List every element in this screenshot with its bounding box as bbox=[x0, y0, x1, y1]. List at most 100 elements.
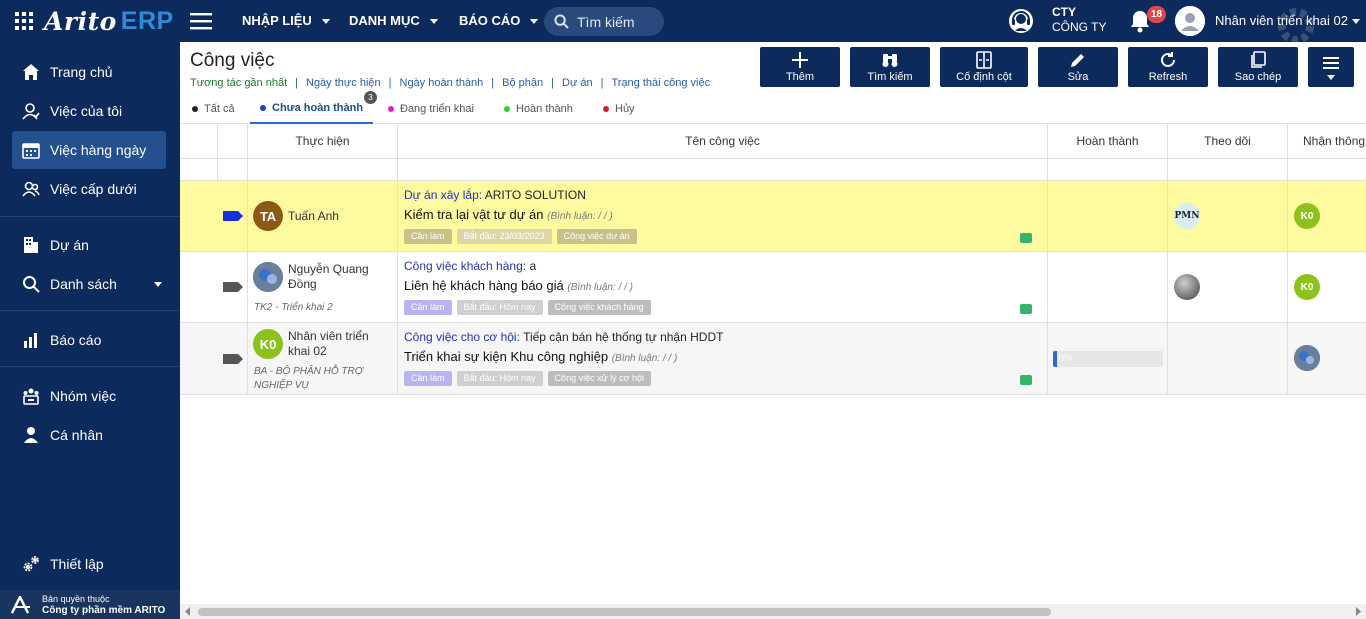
header-completion[interactable]: Hoàn thành bbox=[1048, 124, 1168, 159]
sidebar-divider bbox=[0, 366, 180, 367]
receiver-avatar[interactable]: K0 bbox=[1294, 203, 1320, 229]
row-flag-cell[interactable] bbox=[218, 181, 248, 252]
person-icon bbox=[24, 427, 38, 443]
company-selector[interactable]: CTY CÔNG TY bbox=[1052, 5, 1106, 35]
sidebar-item-bao-cao[interactable]: Báo cáo bbox=[12, 321, 166, 359]
caret-down-icon bbox=[429, 18, 438, 24]
task-title-line: Liên hệ khách hàng báo giá (Bình luận: /… bbox=[404, 278, 633, 293]
comment-icon[interactable] bbox=[1020, 304, 1032, 314]
status-dot bbox=[388, 106, 394, 112]
progress-bar: 0% bbox=[1053, 351, 1163, 367]
task-title-line: Kiểm tra lại vật tư dự án (Bình luận: / … bbox=[404, 207, 613, 222]
task-title[interactable]: Triển khai sự kiện Khu công nghiệp bbox=[404, 349, 608, 364]
menu-bao-cao[interactable]: BÁO CÁO bbox=[459, 0, 539, 42]
task-category: Dự án xây lắp: ARITO SOLUTION bbox=[404, 188, 586, 202]
header-followers[interactable]: Theo dõi bbox=[1168, 124, 1288, 159]
header-receivers[interactable]: Nhận thông bbox=[1288, 124, 1366, 159]
sidebar-item-trang-chu[interactable]: Trang chủ bbox=[12, 53, 166, 91]
caret-down-icon bbox=[1327, 74, 1335, 80]
binoculars-icon bbox=[882, 54, 898, 67]
task-type-chip: Công việc dự án bbox=[556, 229, 637, 244]
filter-cell[interactable] bbox=[398, 159, 1048, 181]
menu-danh-muc[interactable]: DANH MỤC bbox=[349, 0, 438, 42]
follower-avatar[interactable]: PMN bbox=[1174, 203, 1200, 229]
filter-trang-thai[interactable]: Trạng thái công việc bbox=[605, 77, 716, 89]
filter-cell[interactable] bbox=[1168, 159, 1288, 181]
sidebar-item-viec-cap-duoi[interactable]: Việc cấp dưới bbox=[12, 170, 166, 208]
task-cell[interactable]: Công việc khách hàng: a Liên hệ khách hà… bbox=[398, 252, 1048, 323]
support-headset-icon[interactable] bbox=[1008, 8, 1034, 34]
more-menu-button[interactable] bbox=[1308, 47, 1354, 87]
app-logo[interactable]: Arito ERP bbox=[44, 4, 174, 38]
sidebar-item-du-an[interactable]: Dự án bbox=[12, 226, 166, 264]
scrollbar-thumb[interactable] bbox=[198, 608, 1051, 616]
search-icon bbox=[23, 276, 40, 293]
hamburger-menu-icon[interactable] bbox=[190, 12, 212, 30]
assignee-cell: Nguyễn Quang Đồng TK2 - Triển khai 2 bbox=[248, 252, 398, 323]
filter-ngay-thuc-hien[interactable]: Ngày thực hiện bbox=[300, 77, 387, 89]
user-avatar[interactable] bbox=[1175, 6, 1205, 36]
task-title[interactable]: Liên hệ khách hàng báo giá bbox=[404, 278, 564, 293]
filter-cell[interactable] bbox=[248, 159, 398, 181]
follower-avatar[interactable] bbox=[1174, 274, 1200, 300]
edit-button[interactable]: Sửa bbox=[1038, 47, 1118, 87]
tab-chua-hoan-thanh[interactable]: Chưa hoàn thành bbox=[250, 94, 374, 124]
scroll-right-arrow-icon[interactable] bbox=[1354, 607, 1362, 616]
refresh-button-label: Refresh bbox=[1148, 71, 1188, 83]
menu-nhap-lieu[interactable]: NHẬP LIỆU bbox=[242, 0, 330, 42]
status-tabs: Tất cả Chưa hoàn thành Đang triển khai H… bbox=[180, 94, 1366, 124]
status-chip: Cần làm bbox=[404, 371, 452, 386]
receiver-avatar[interactable] bbox=[1294, 345, 1320, 371]
filter-du-an[interactable]: Dự án bbox=[556, 77, 599, 89]
scroll-left-arrow-icon[interactable] bbox=[184, 607, 192, 616]
tab-dang-trien-khai[interactable]: Đang triển khai bbox=[388, 94, 474, 124]
refresh-button[interactable]: Refresh bbox=[1128, 47, 1208, 87]
header-assignee[interactable]: Thực hiện bbox=[248, 124, 398, 159]
tab-label: Đang triển khai bbox=[400, 103, 474, 115]
copy-button[interactable]: Sao chép bbox=[1218, 47, 1298, 87]
group-icon bbox=[23, 388, 39, 405]
comment-icon[interactable] bbox=[1020, 375, 1032, 385]
receiver-avatar[interactable]: K0 bbox=[1294, 274, 1320, 300]
row-flag-cell[interactable] bbox=[218, 252, 248, 323]
search-box[interactable]: Tìm kiếm bbox=[544, 7, 664, 36]
sidebar-item-nhom-viec[interactable]: Nhóm việc bbox=[12, 377, 166, 415]
task-title[interactable]: Kiểm tra lại vật tư dự án bbox=[404, 207, 544, 222]
tab-huy[interactable]: Hủy bbox=[603, 94, 635, 124]
filter-cell bbox=[218, 159, 248, 181]
freeze-columns-label: Cố định cột bbox=[956, 71, 1012, 83]
sidebar-item-viec-cua-toi[interactable]: Việc của tôi bbox=[12, 92, 166, 130]
task-cell[interactable]: Công việc cho cơ hội: Tiếp cận bán hệ th… bbox=[398, 323, 1048, 395]
header-task-name[interactable]: Tên công việc bbox=[398, 124, 1048, 159]
filter-cell[interactable] bbox=[1288, 159, 1366, 181]
sidebar-item-danh-sach[interactable]: Danh sách bbox=[12, 265, 166, 303]
filter-tuong-tac[interactable]: Tương tác gần nhất bbox=[190, 77, 293, 89]
top-bar: Arito ERP NHẬP LIỆU DANH MỤC BÁO CÁO Tìm … bbox=[0, 0, 1366, 44]
horizontal-scrollbar[interactable] bbox=[180, 604, 1366, 619]
user-menu[interactable]: Nhân viên triển khai 02 bbox=[1215, 0, 1360, 42]
main-content: Công việc Tương tác gần nhất | Ngày thực … bbox=[180, 42, 1366, 619]
assignee-name: Nhân viên triển khai 02 bbox=[288, 329, 369, 358]
status-dot bbox=[260, 105, 266, 111]
add-button[interactable]: Thêm bbox=[760, 47, 840, 87]
category-label: Dự án xây lắp: bbox=[404, 188, 483, 202]
sidebar-item-label: Việc hàng ngày bbox=[50, 142, 147, 158]
tab-hoan-thanh[interactable]: Hoàn thành bbox=[504, 94, 573, 124]
freeze-columns-button[interactable]: Cố định cột bbox=[940, 47, 1028, 87]
sidebar-item-viec-hang-ngay[interactable]: Việc hàng ngày bbox=[12, 131, 166, 169]
sidebar-item-label: Cá nhân bbox=[50, 427, 103, 443]
task-cell[interactable]: Dự án xây lắp: ARITO SOLUTION Kiểm tra l… bbox=[398, 181, 1048, 252]
sidebar-item-thiet-lap[interactable]: Thiết lập bbox=[12, 545, 166, 583]
filter-bo-phan[interactable]: Bộ phận bbox=[496, 77, 549, 89]
filter-ngay-hoan-thanh[interactable]: Ngày hoàn thành bbox=[394, 77, 490, 89]
caret-down-icon bbox=[530, 18, 539, 24]
search-button[interactable]: Tìm kiếm bbox=[850, 47, 930, 87]
arito-logo-icon bbox=[10, 595, 30, 614]
filter-cell[interactable] bbox=[1048, 159, 1168, 181]
apps-grid-icon[interactable] bbox=[15, 12, 33, 30]
comment-icon[interactable] bbox=[1020, 233, 1032, 243]
sidebar-item-ca-nhan[interactable]: Cá nhân bbox=[12, 416, 166, 454]
tab-tat-ca[interactable]: Tất cả bbox=[192, 94, 235, 124]
row-flag-cell[interactable] bbox=[218, 323, 248, 395]
columns-icon bbox=[976, 51, 992, 69]
